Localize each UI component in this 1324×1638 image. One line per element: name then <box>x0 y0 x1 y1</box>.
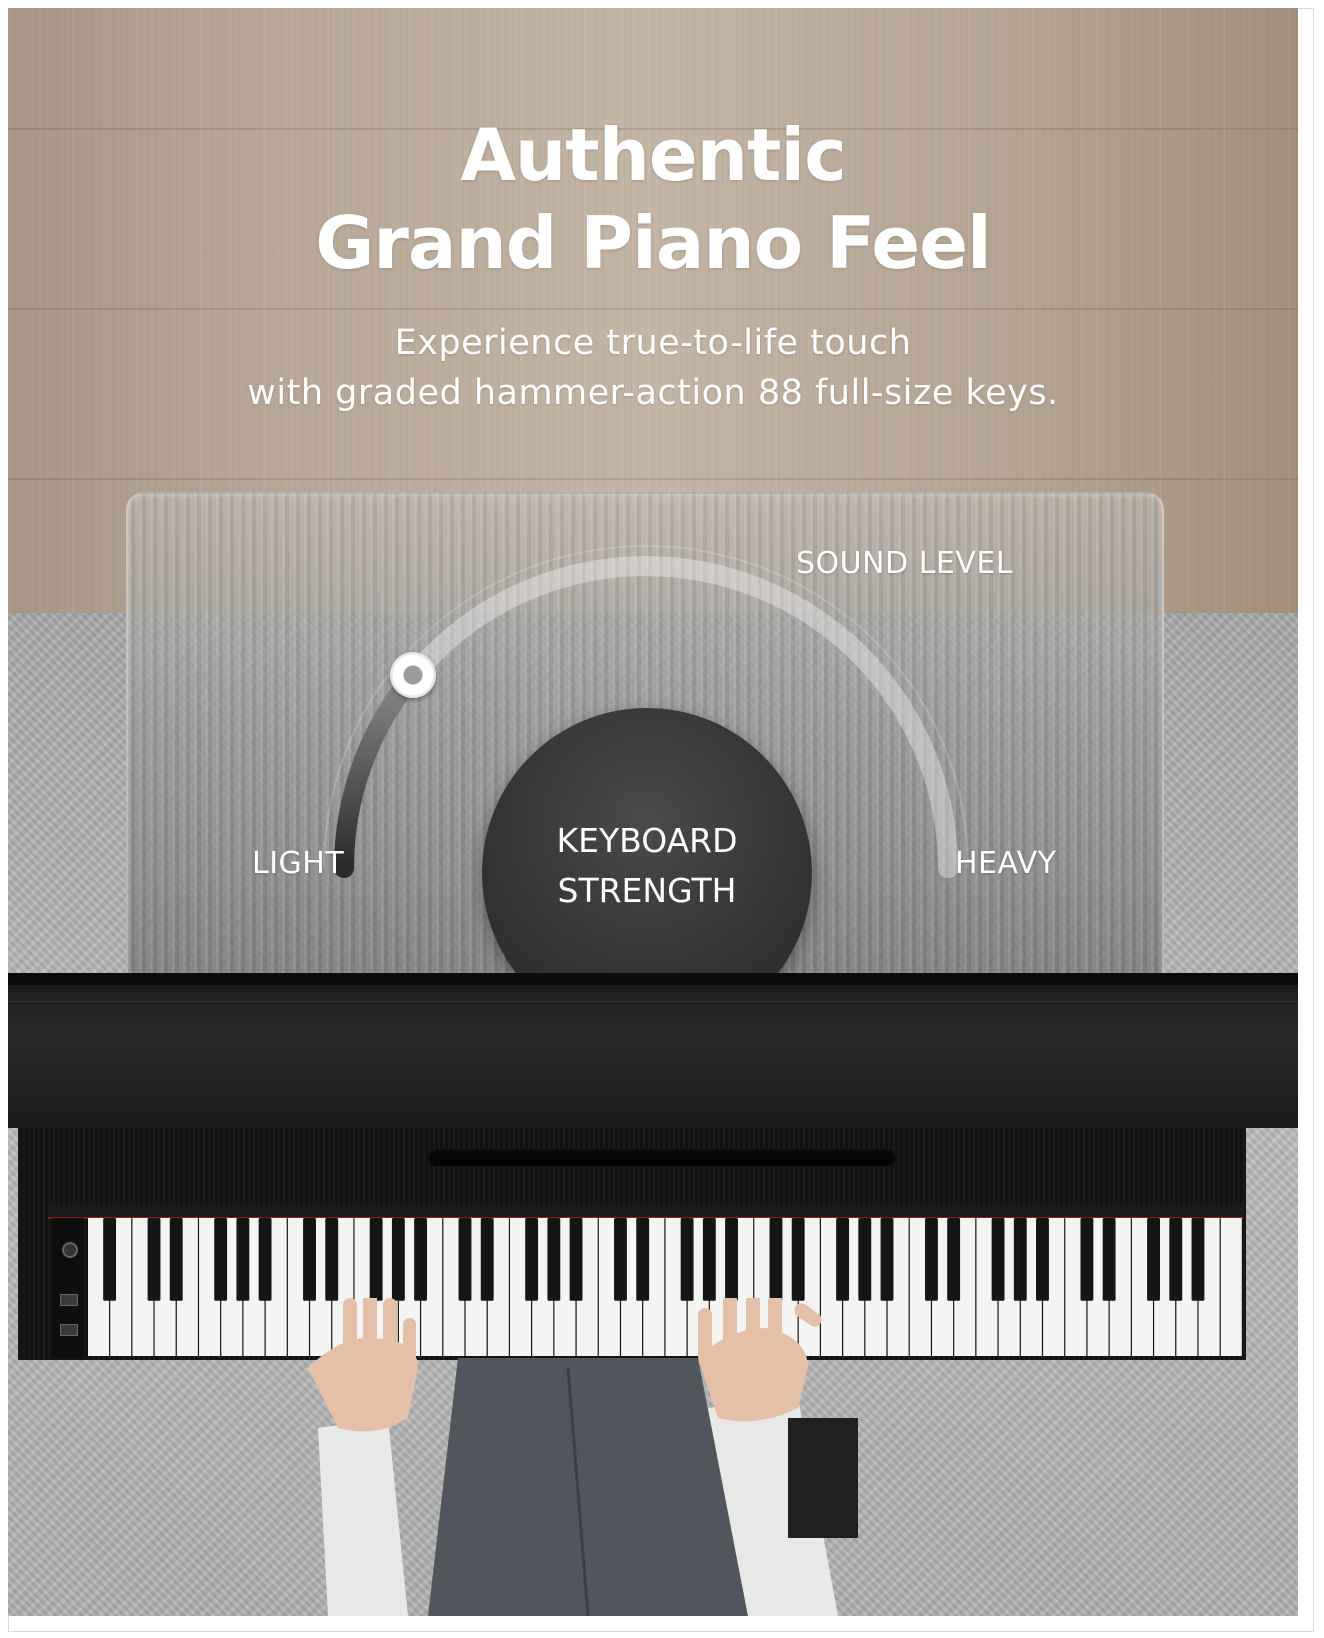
subheadline-line-1: Experience true-to-life touch <box>394 323 912 363</box>
black-key <box>369 1218 383 1301</box>
headline-line-2: Grand Piano Feel <box>315 201 992 285</box>
black-key <box>147 1218 161 1301</box>
heavy-label: HEAVY <box>955 846 1057 881</box>
black-key <box>303 1218 316 1301</box>
black-key <box>725 1218 738 1301</box>
black-key <box>1169 1218 1183 1301</box>
black-key <box>236 1218 250 1301</box>
black-key <box>480 1218 494 1301</box>
sound-level-label: SOUND LEVEL <box>796 546 1014 581</box>
black-key <box>702 1218 716 1301</box>
black-key <box>614 1218 627 1301</box>
badge-line-1: KEYBOARD <box>556 821 738 860</box>
control-panel-strip <box>48 1203 1243 1219</box>
black-key <box>1036 1218 1049 1301</box>
black-key <box>925 1218 938 1301</box>
player-silhouette <box>308 1298 858 1616</box>
light-label: LIGHT <box>252 846 345 881</box>
black-key <box>458 1218 472 1301</box>
black-key <box>880 1218 894 1301</box>
volume-knob <box>62 1242 78 1258</box>
black-key <box>169 1218 183 1301</box>
black-key <box>569 1218 583 1301</box>
black-key <box>214 1218 228 1301</box>
black-key <box>680 1218 694 1301</box>
black-key <box>991 1218 1005 1301</box>
bench <box>788 1418 858 1538</box>
subheadline-line-2: with graded hammer-action 88 full-size k… <box>247 373 1059 413</box>
keyboard-strength-text: KEYBOARD STRENGTH <box>482 816 812 916</box>
black-key <box>636 1218 650 1301</box>
right-hand <box>698 1298 822 1422</box>
black-key <box>547 1218 561 1301</box>
black-key <box>258 1218 272 1301</box>
black-key <box>1191 1218 1205 1301</box>
black-key <box>791 1218 805 1301</box>
left-hand <box>308 1298 418 1432</box>
black-key <box>947 1218 961 1301</box>
black-key <box>1147 1218 1160 1301</box>
black-key <box>858 1218 872 1301</box>
headline-line-1: Authentic <box>460 113 847 197</box>
black-key <box>836 1218 850 1301</box>
black-key <box>103 1218 117 1301</box>
black-key <box>325 1218 339 1301</box>
badge-line-2: STRENGTH <box>557 871 737 910</box>
subheadline: Experience true-to-life touch with grade… <box>8 318 1298 418</box>
black-key <box>525 1218 539 1301</box>
black-key <box>1013 1218 1027 1301</box>
black-key <box>1080 1218 1094 1301</box>
black-key <box>1102 1218 1116 1301</box>
black-key <box>769 1218 783 1301</box>
sheet-music-slot <box>428 1148 896 1166</box>
black-key <box>414 1218 428 1301</box>
left-sleeve <box>318 1418 408 1616</box>
trousers <box>428 1358 748 1616</box>
product-scene: Authentic Grand Piano Feel Experience tr… <box>8 8 1298 1616</box>
piano-lid <box>8 973 1298 1128</box>
dial-active-arc <box>334 665 424 878</box>
headline: Authentic Grand Piano Feel <box>8 111 1298 287</box>
black-key <box>391 1218 405 1301</box>
